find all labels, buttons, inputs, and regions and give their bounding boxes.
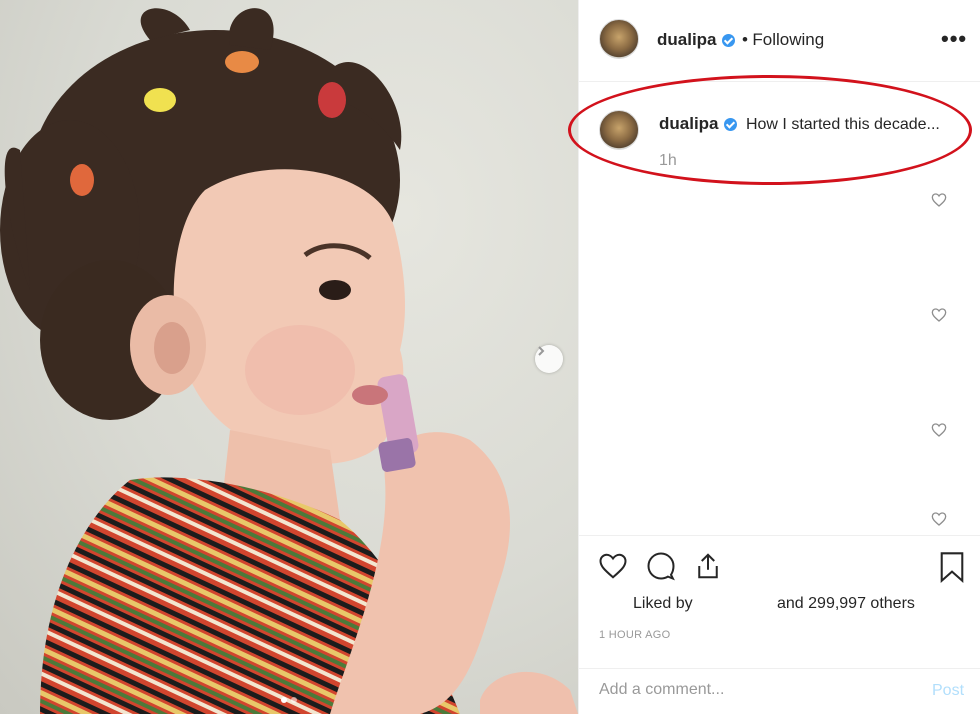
comment-input[interactable]: [599, 681, 899, 699]
heart-outline-icon[interactable]: [931, 422, 947, 438]
verified-icon: [721, 34, 735, 48]
bookmark-icon[interactable]: [938, 551, 966, 583]
chevron-right-icon: [538, 346, 545, 356]
header-user: dualipa • Following: [657, 30, 824, 50]
caption-line: dualipa How I started this decade...: [659, 114, 940, 134]
caption-row: dualipa How I started this decade... 1h: [579, 100, 980, 180]
caption-text: How I started this decade...: [745, 116, 940, 133]
heart-icon[interactable]: [597, 551, 629, 581]
avatar[interactable]: [599, 19, 639, 59]
liked-by-label: Liked by: [633, 595, 693, 612]
post-header: dualipa • Following •••: [579, 0, 980, 82]
heart-outline-icon[interactable]: [931, 307, 947, 323]
following-button[interactable]: Following: [752, 30, 824, 49]
caption-timestamp[interactable]: 1h: [659, 152, 677, 170]
more-options-button[interactable]: •••: [941, 26, 967, 52]
carousel-indicator: [0, 697, 578, 703]
comment-form: Post: [579, 668, 980, 714]
comment-icon[interactable]: [645, 551, 677, 581]
post-photo[interactable]: [0, 0, 578, 714]
carousel-dot-active: [281, 697, 287, 703]
caption-username-link[interactable]: dualipa: [659, 114, 719, 133]
verified-icon: [723, 118, 737, 132]
likes-count-link[interactable]: and 299,997 others: [777, 595, 915, 613]
username-link[interactable]: dualipa: [657, 30, 717, 49]
caption-avatar[interactable]: [599, 110, 639, 150]
share-icon[interactable]: [693, 551, 723, 581]
heart-outline-icon[interactable]: [931, 511, 947, 527]
heart-outline-icon[interactable]: [931, 192, 947, 208]
post-actions: Liked by and 299,997 others 1 HOUR AGO P…: [579, 535, 980, 714]
carousel-dot: [291, 697, 297, 703]
post-timestamp[interactable]: 1 HOUR AGO: [599, 629, 670, 641]
post-sidebar: dualipa • Following ••• dualipa How I st…: [568, 0, 980, 714]
ellipsis-icon: •••: [941, 26, 968, 51]
child-photo-illustration: [0, 8, 578, 714]
post-comment-button[interactable]: Post: [932, 682, 964, 700]
separator: •: [741, 30, 748, 49]
next-photo-button[interactable]: [535, 345, 563, 373]
